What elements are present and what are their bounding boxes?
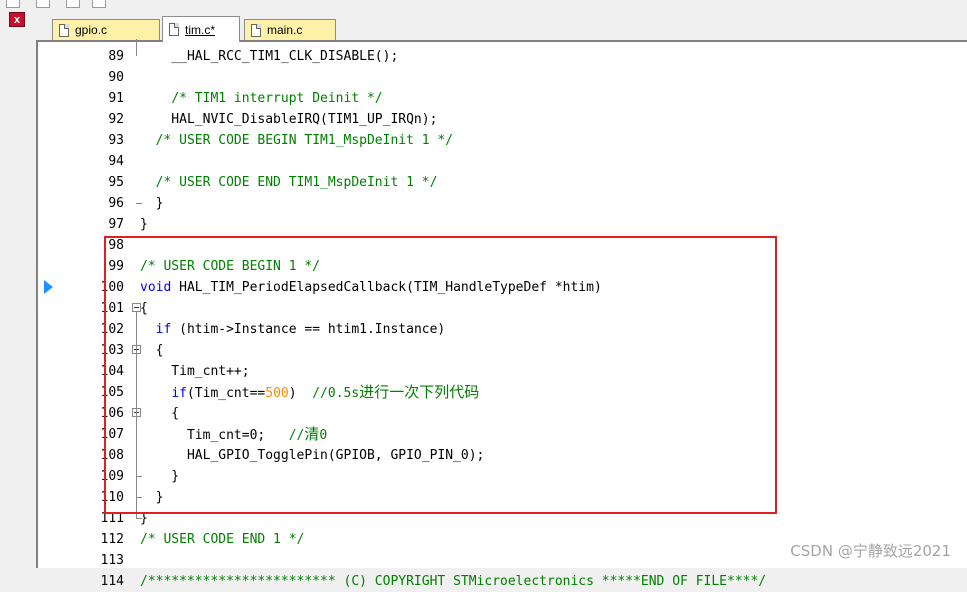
tab-gpio-c[interactable]: gpio.c: [52, 19, 160, 40]
file-icon: [251, 23, 261, 37]
line-number: 97: [108, 217, 124, 232]
code-line[interactable]: 99 /* USER CODE BEGIN 1 */: [38, 256, 967, 277]
code-line[interactable]: 101 {: [38, 298, 967, 319]
file-tab-bar: gpio.c tim.c* main.c: [36, 12, 967, 42]
line-number: 107: [100, 427, 124, 442]
code-text: Tim_cnt=0; //清0: [140, 425, 328, 443]
code-text: HAL_NVIC_DisableIRQ(TIM1_UP_IRQn);: [140, 112, 438, 127]
code-line[interactable]: 110 }: [38, 487, 967, 508]
line-number: 95: [108, 175, 124, 190]
tab-label: tim.c*: [185, 22, 215, 37]
code-line[interactable]: 89 __HAL_RCC_TIM1_CLK_DISABLE();: [38, 46, 967, 67]
code-line[interactable]: 114 /************************ (C) COPYRIG…: [38, 571, 967, 592]
code-text: {: [140, 406, 180, 421]
code-line[interactable]: 107 Tim_cnt=0; //清0: [38, 424, 967, 445]
code-line[interactable]: 103 {: [38, 340, 967, 361]
line-number: 91: [108, 91, 124, 106]
fold-guide: [136, 312, 137, 518]
code-text: __HAL_RCC_TIM1_CLK_DISABLE();: [140, 49, 399, 64]
code-line[interactable]: 90: [38, 67, 967, 88]
tab-main-c[interactable]: main.c: [244, 19, 336, 40]
code-text: /* TIM1 interrupt Deinit */: [171, 91, 383, 106]
toolbar-button[interactable]: [92, 0, 106, 8]
code-line[interactable]: 111}: [38, 508, 967, 529]
code-text: HAL_GPIO_TogglePin(GPIOB, GPIO_PIN_0);: [140, 448, 485, 463]
toolbar: [0, 0, 967, 8]
watermark: CSDN @宁静致远2021: [790, 542, 951, 560]
code-text: if (htim->Instance == htim1.Instance): [155, 322, 446, 337]
code-text: }: [140, 196, 164, 211]
line-number: 98: [108, 238, 124, 253]
line-number: 106: [100, 406, 124, 421]
line-number: 89: [108, 49, 124, 64]
toolbar-button[interactable]: [36, 0, 50, 8]
code-text: /* USER CODE BEGIN TIM1_MspDeInit 1 */: [155, 133, 454, 148]
code-line[interactable]: 96 }: [38, 193, 967, 214]
code-line[interactable]: 95 /* USER CODE END TIM1_MspDeInit 1 */: [38, 172, 967, 193]
code-line[interactable]: 108 HAL_GPIO_TogglePin(GPIOB, GPIO_PIN_0…: [38, 445, 967, 466]
line-number: 101: [100, 301, 124, 316]
code-text: void HAL_TIM_PeriodElapsedCallback(TIM_H…: [140, 280, 602, 295]
line-number: 108: [100, 448, 124, 463]
code-text: }: [140, 469, 180, 484]
line-number: 102: [100, 322, 124, 337]
current-line-arrow-icon: [44, 280, 53, 294]
fold-guide: [136, 39, 137, 56]
line-number: 110: [100, 490, 124, 505]
code-line[interactable]: 97}: [38, 214, 967, 235]
line-number: 114: [100, 574, 124, 589]
line-number: 90: [108, 70, 124, 85]
line-number: 103: [100, 343, 124, 358]
code-line[interactable]: 100 void HAL_TIM_PeriodElapsedCallback(TI…: [38, 277, 967, 298]
code-line[interactable]: 106 {: [38, 403, 967, 424]
line-number: 105: [100, 385, 124, 400]
line-number: 92: [108, 112, 124, 127]
tab-label: gpio.c: [75, 23, 108, 37]
code-line[interactable]: 104 Tim_cnt++;: [38, 361, 967, 382]
line-number: 99: [108, 259, 124, 274]
close-file-icon[interactable]: x: [9, 12, 25, 27]
code-text: }: [140, 490, 164, 505]
code-text: /* USER CODE END TIM1_MspDeInit 1 */: [155, 175, 438, 190]
tab-tim-c[interactable]: tim.c*: [162, 16, 240, 42]
code-line[interactable]: 102 if (htim->Instance == htim1.Instance…: [38, 319, 967, 340]
code-line[interactable]: 91 /* TIM1 interrupt Deinit */: [38, 88, 967, 109]
code-text: if(Tim_cnt==500) //0.5s进行一次下列代码: [171, 383, 480, 401]
code-text: /************************ (C) COPYRIGHT …: [140, 574, 767, 589]
line-number: 111: [100, 511, 124, 526]
code-line[interactable]: 109 }: [38, 466, 967, 487]
line-number: 93: [108, 133, 124, 148]
code-text: }: [140, 217, 148, 232]
code-line[interactable]: 93 /* USER CODE BEGIN TIM1_MspDeInit 1 *…: [38, 130, 967, 151]
code-line[interactable]: 105 if(Tim_cnt==500) //0.5s进行一次下列代码: [38, 382, 967, 403]
code-text: /* USER CODE BEGIN 1 */: [140, 259, 321, 274]
code-text: Tim_cnt++;: [140, 364, 250, 379]
line-number: 100: [100, 280, 124, 295]
file-icon: [169, 23, 179, 36]
code-line[interactable]: 98: [38, 235, 967, 256]
code-text: {: [140, 343, 164, 358]
code-line[interactable]: 92 HAL_NVIC_DisableIRQ(TIM1_UP_IRQn);: [38, 109, 967, 130]
code-editor[interactable]: 89 __HAL_RCC_TIM1_CLK_DISABLE(); 90 91 /* …: [36, 39, 967, 589]
line-number: 104: [100, 364, 124, 379]
line-number: 109: [100, 469, 124, 484]
line-number: 94: [108, 154, 124, 169]
tab-label: main.c: [267, 23, 303, 37]
toolbar-button[interactable]: [6, 0, 20, 8]
toolbar-button[interactable]: [66, 0, 80, 8]
code-text: /* USER CODE END 1 */: [140, 532, 305, 547]
line-number: 96: [108, 196, 124, 211]
left-panel: [0, 8, 36, 568]
code-line[interactable]: 94: [38, 151, 967, 172]
file-icon: [59, 23, 69, 37]
line-number: 112: [100, 532, 124, 547]
code-text: {: [140, 301, 148, 316]
code-text: }: [140, 511, 148, 526]
